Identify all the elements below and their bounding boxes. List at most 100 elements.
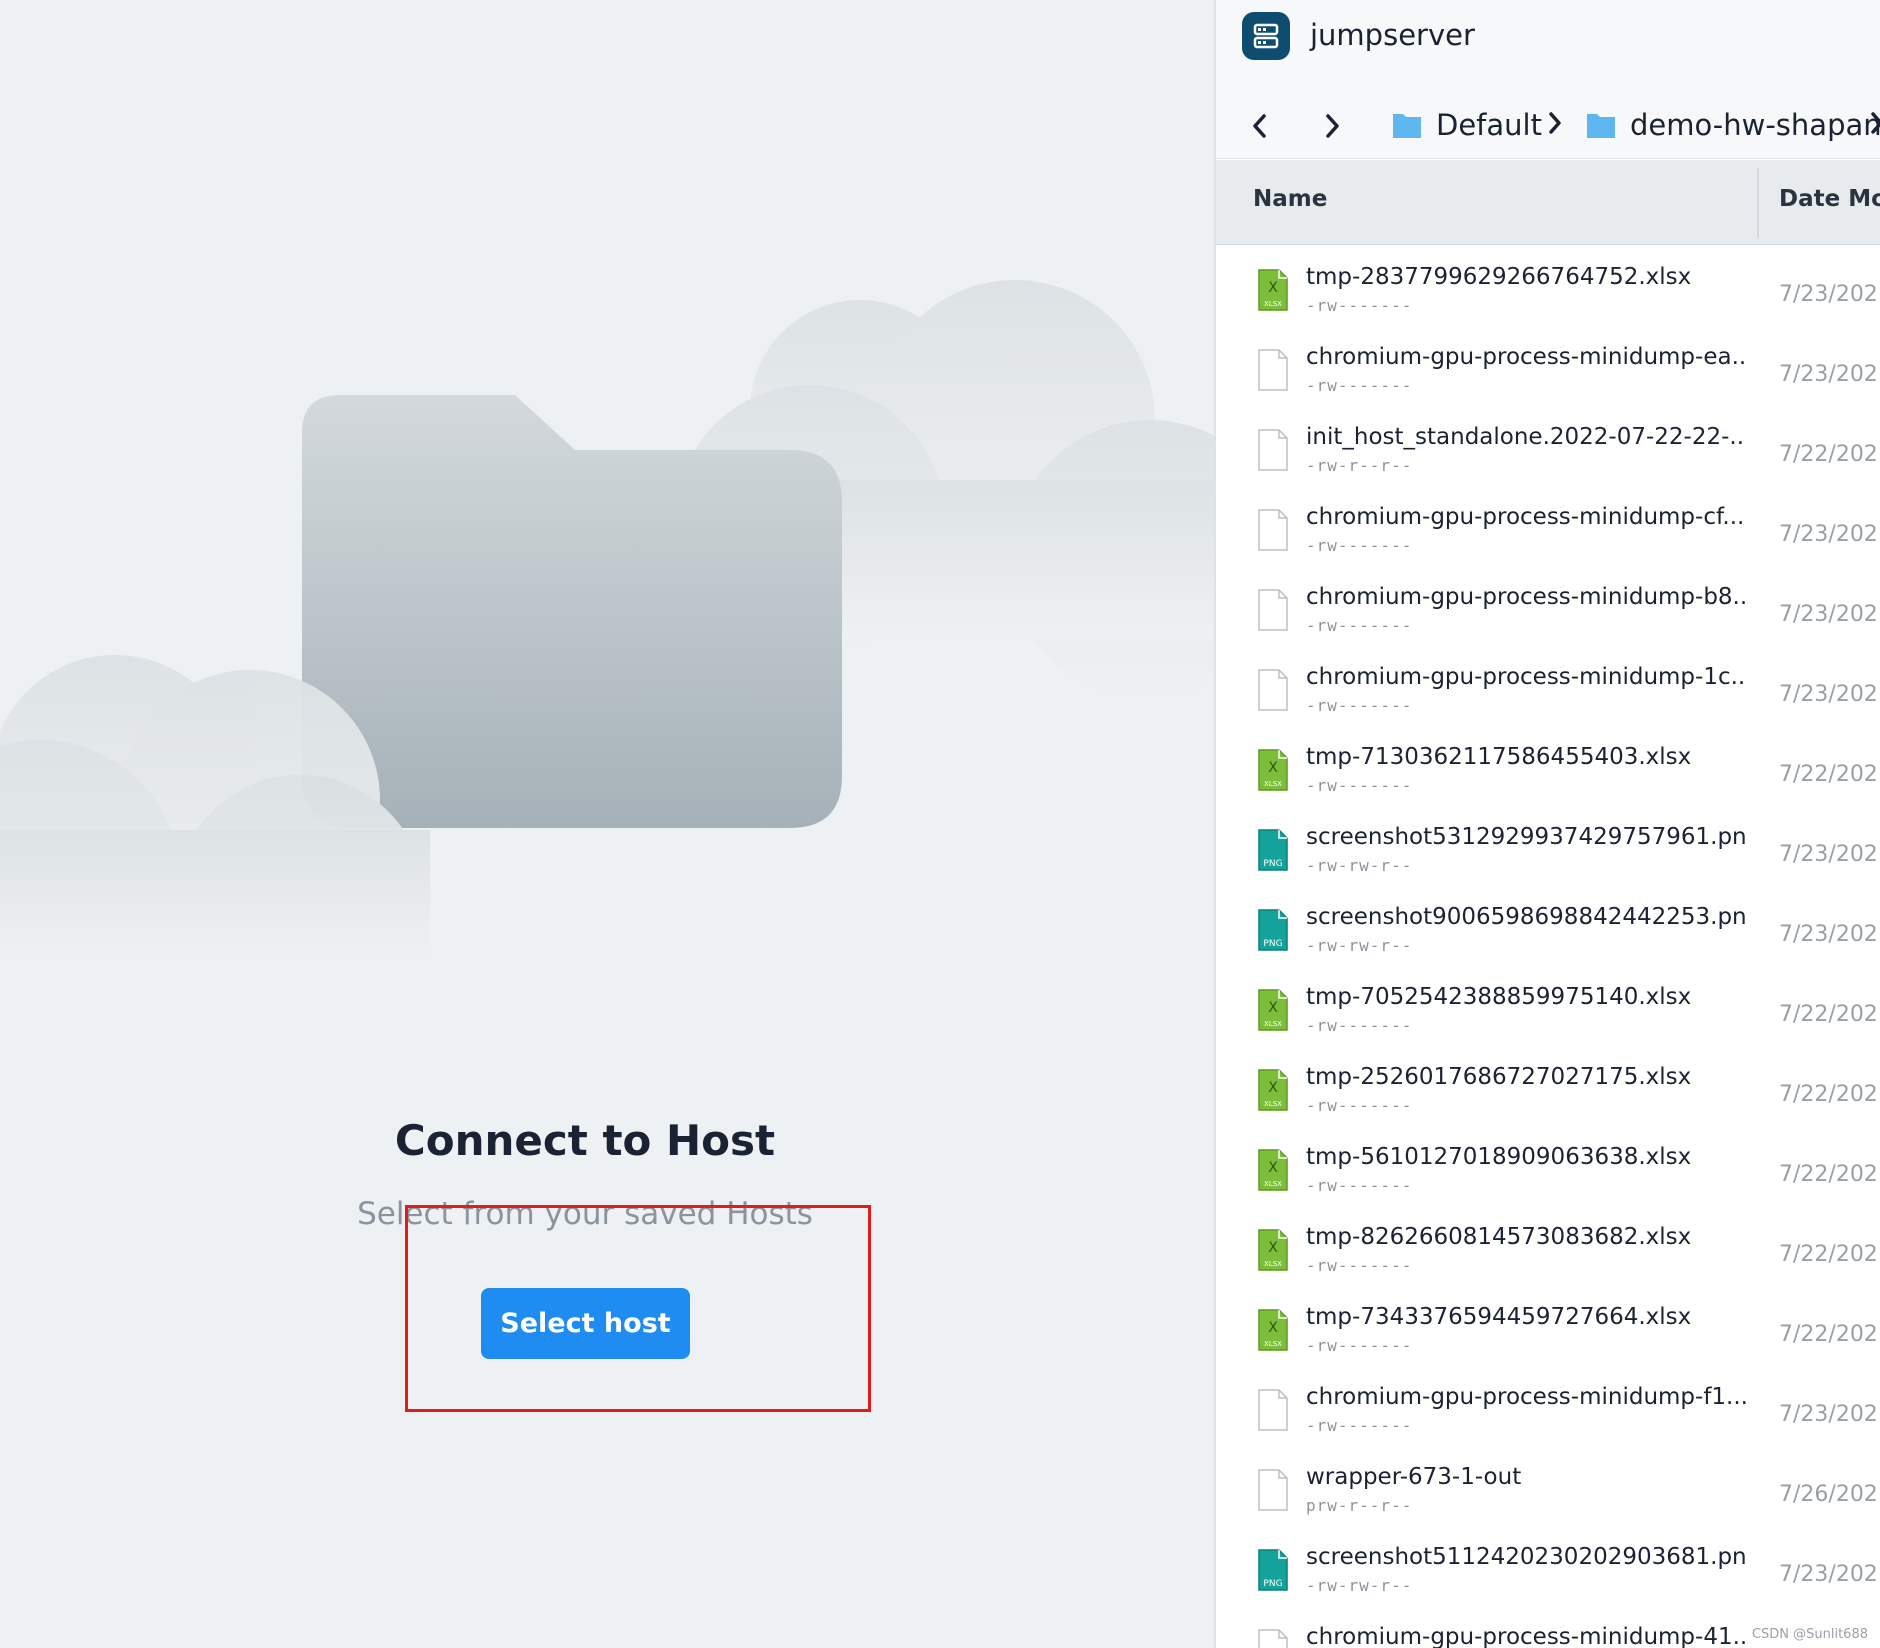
file-date-modified: 7/22/202 — [1779, 1082, 1878, 1107]
file-name: chromium-gpu-process-minidump-1c... — [1306, 664, 1746, 690]
chevron-right-icon — [1549, 112, 1561, 134]
file-name: chromium-gpu-process-minidump-ea... — [1306, 344, 1746, 370]
file-name: tmp-8262660814573083682.xlsx — [1306, 1224, 1692, 1250]
file-row[interactable]: init_host_standalone.2022-07-22-22-... -r… — [1216, 406, 1880, 486]
watermark: CSDN @Sunlit688 — [1747, 1625, 1872, 1644]
breadcrumb-demo-hw-shapan[interactable]: demo-hw-shapan — [1586, 103, 1880, 147]
file-row[interactable]: X XLSX tmp-7052542388859975140.xlsx -rw----… — [1216, 966, 1880, 1046]
xlsx-file-icon: X XLSX — [1258, 269, 1288, 311]
breadcrumb-label: Default — [1436, 108, 1542, 142]
file-name: chromium-gpu-process-minidump-f1... — [1306, 1384, 1746, 1410]
svg-text:PNG: PNG — [1263, 1579, 1282, 1589]
file-row[interactable]: PNG screenshot5112420230202903681.png -rw-… — [1216, 1526, 1880, 1606]
file-row[interactable]: chromium-gpu-process-minidump-ea... -rw--… — [1216, 326, 1880, 406]
file-permissions: -rw------- — [1306, 776, 1413, 795]
file-permissions: -rw------- — [1306, 536, 1413, 555]
file-date-modified: 7/23/202 — [1779, 282, 1878, 307]
file-date-modified: 7/26/202 — [1779, 1482, 1878, 1507]
chevron-right-icon — [1871, 112, 1880, 134]
file-browser-header: jumpserver Default demo-hw-shapan — [1216, 0, 1880, 159]
svg-text:X: X — [1268, 1320, 1278, 1336]
file-permissions: -rw-rw-r-- — [1306, 856, 1413, 875]
xlsx-file-icon: X XLSX — [1258, 989, 1288, 1031]
xlsx-file-icon: X XLSX — [1258, 749, 1288, 791]
file-permissions: -rw------- — [1306, 696, 1413, 715]
file-date-modified: 7/22/202 — [1779, 1162, 1878, 1187]
file-row[interactable]: wrapper-673-1-out prw-r--r-- 7/26/202 — [1216, 1446, 1880, 1526]
file-permissions: -rw------- — [1306, 296, 1413, 315]
file-row[interactable]: X XLSX tmp-7343376594459727664.xlsx -rw----… — [1216, 1286, 1880, 1366]
file-permissions: prw-r--r-- — [1306, 1496, 1413, 1515]
highlight-annotation-box — [405, 1205, 871, 1412]
column-header-name[interactable]: Name — [1253, 186, 1327, 212]
svg-text:XLSX: XLSX — [1264, 300, 1282, 308]
svg-text:XLSX: XLSX — [1264, 1100, 1282, 1108]
svg-text:XLSX: XLSX — [1264, 1340, 1282, 1348]
file-icon — [1258, 349, 1288, 391]
file-row[interactable]: PNG screenshot5312929937429757961.png -rw-… — [1216, 806, 1880, 886]
svg-text:X: X — [1268, 1080, 1278, 1096]
file-name: tmp-7130362117586455403.xlsx — [1306, 744, 1692, 770]
svg-text:XLSX: XLSX — [1264, 1180, 1282, 1188]
back-icon[interactable] — [1240, 106, 1280, 146]
svg-text:XLSX: XLSX — [1264, 1260, 1282, 1268]
png-file-icon: PNG — [1258, 909, 1288, 951]
file-row[interactable]: chromium-gpu-process-minidump-f1... -rw--… — [1216, 1366, 1880, 1446]
file-row[interactable]: X XLSX tmp-2837799629266764752.xlsx -rw----… — [1216, 246, 1880, 326]
file-date-modified: 7/23/202 — [1779, 1562, 1878, 1587]
file-date-modified: 7/23/202 — [1779, 522, 1878, 547]
file-row[interactable]: X XLSX tmp-5610127018909063638.xlsx -rw----… — [1216, 1126, 1880, 1206]
file-date-modified: 7/23/202 — [1779, 922, 1878, 947]
file-row[interactable]: chromium-gpu-process-minidump-b8... -rw--… — [1216, 566, 1880, 646]
file-row[interactable]: chromium-gpu-process-minidump-1c... -rw--… — [1216, 646, 1880, 726]
breadcrumb-default[interactable]: Default — [1392, 103, 1542, 147]
folder-cloud-illustration — [0, 280, 1214, 960]
file-permissions: -rw------- — [1306, 1256, 1413, 1275]
file-row[interactable]: X XLSX tmp-7130362117586455403.xlsx -rw----… — [1216, 726, 1880, 806]
file-icon — [1258, 1469, 1288, 1511]
breadcrumb-label: demo-hw-shapan — [1630, 108, 1880, 142]
file-name: tmp-7052542388859975140.xlsx — [1306, 984, 1692, 1010]
column-header-date[interactable]: Date Moc — [1779, 186, 1880, 212]
forward-icon[interactable] — [1312, 106, 1352, 146]
file-name: tmp-7343376594459727664.xlsx — [1306, 1304, 1692, 1330]
file-name: screenshot9006598698842442253.png — [1306, 904, 1746, 930]
file-permissions: -rw------- — [1306, 1416, 1413, 1435]
file-name: screenshot5312929937429757961.png — [1306, 824, 1746, 850]
svg-text:X: X — [1268, 280, 1278, 296]
xlsx-file-icon: X XLSX — [1258, 1149, 1288, 1191]
svg-text:XLSX: XLSX — [1264, 780, 1282, 788]
file-row[interactable]: X XLSX tmp-8262660814573083682.xlsx -rw----… — [1216, 1206, 1880, 1286]
file-name: tmp-2526017686727027175.xlsx — [1306, 1064, 1692, 1090]
file-icon — [1258, 509, 1288, 551]
sftp-file-browser: jumpserver Default demo-hw-shapan Name D… — [1214, 0, 1880, 1648]
file-table-header: Name Date Moc — [1216, 160, 1880, 245]
column-divider[interactable] — [1757, 168, 1759, 238]
file-date-modified: 7/23/202 — [1779, 602, 1878, 627]
file-permissions: -rw-rw-r-- — [1306, 1576, 1413, 1595]
server-icon — [1242, 12, 1290, 60]
file-row[interactable]: chromium-gpu-process-minidump-cf... -rw--… — [1216, 486, 1880, 566]
file-row[interactable]: X XLSX tmp-2526017686727027175.xlsx -rw----… — [1216, 1046, 1880, 1126]
file-icon — [1258, 1629, 1288, 1648]
folder-shape — [302, 395, 842, 828]
file-name: screenshot5112420230202903681.png — [1306, 1544, 1746, 1570]
file-row[interactable]: PNG screenshot9006598698842442253.png -rw-… — [1216, 886, 1880, 966]
file-permissions: -rw------- — [1306, 376, 1413, 395]
connect-title: Connect to Host — [394, 1116, 776, 1165]
folder-icon — [1393, 114, 1421, 138]
png-file-icon: PNG — [1258, 829, 1288, 871]
svg-text:X: X — [1268, 1000, 1278, 1016]
file-date-modified: 7/22/202 — [1779, 1002, 1878, 1027]
file-name: chromium-gpu-process-minidump-cf... — [1306, 504, 1745, 530]
file-name: chromium-gpu-process-minidump-41... — [1306, 1624, 1746, 1648]
host-title: jumpserver — [1310, 18, 1475, 52]
xlsx-file-icon: X XLSX — [1258, 1069, 1288, 1111]
svg-text:PNG: PNG — [1263, 939, 1282, 949]
svg-text:PNG: PNG — [1263, 859, 1282, 869]
file-date-modified: 7/23/202 — [1779, 362, 1878, 387]
file-date-modified: 7/22/202 — [1779, 762, 1878, 787]
file-date-modified: 7/23/202 — [1779, 682, 1878, 707]
file-name: tmp-2837799629266764752.xlsx — [1306, 264, 1692, 290]
file-date-modified: 7/22/202 — [1779, 442, 1878, 467]
